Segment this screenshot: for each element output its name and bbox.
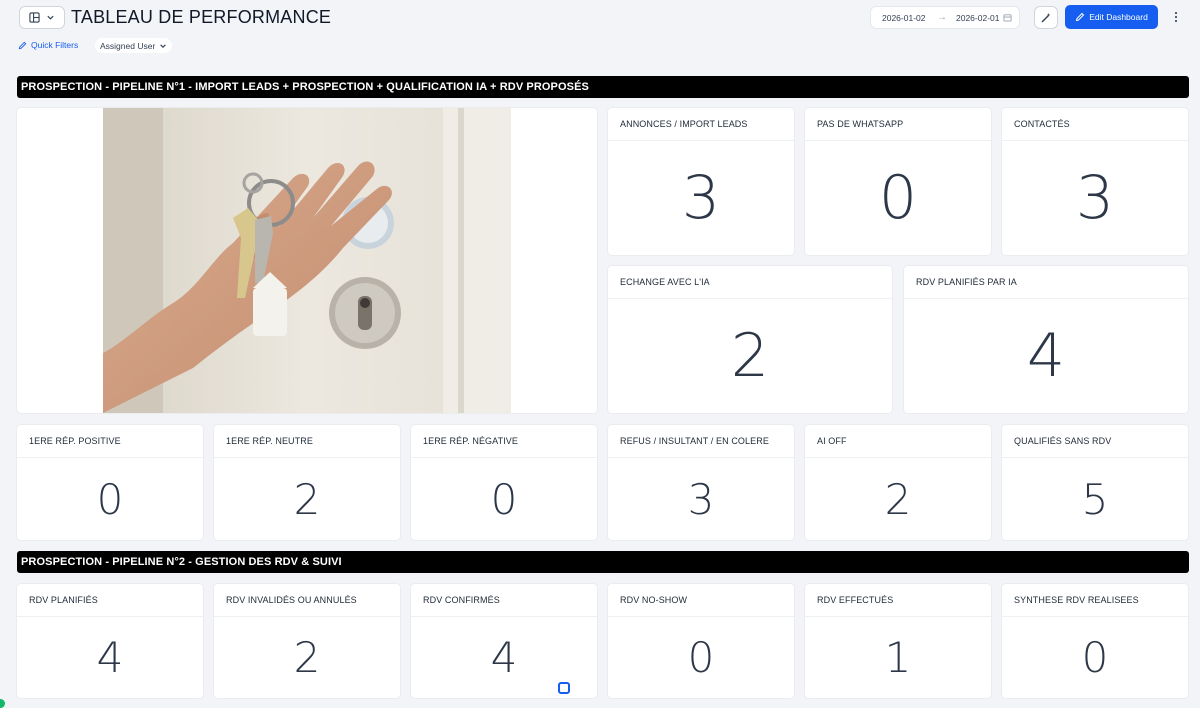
layout-icon — [29, 12, 40, 23]
metric-card-rdv-effectues[interactable]: RDV EFFECTUÉS 1 — [805, 584, 991, 698]
metric-title: RDV PLANIFIÉS PAR IA — [916, 277, 1017, 287]
metric-value: 3 — [681, 163, 721, 233]
metric-card-rdv-confirmes[interactable]: RDV CONFIRMÉS 4 — [411, 584, 597, 698]
metric-value: 0 — [96, 474, 124, 524]
metric-card-rdv-invalides-annules[interactable]: RDV INVALIDÉS OU ANNULÉS 2 — [214, 584, 400, 698]
metric-card-rdv-planifies[interactable]: RDV PLANIFIÉS 4 — [17, 584, 203, 698]
assigned-user-filter[interactable]: Assigned User — [95, 38, 173, 53]
metric-card-rdv-no-show[interactable]: RDV NO-SHOW 0 — [608, 584, 794, 698]
date-end[interactable]: 2026-02-01 — [956, 13, 999, 23]
date-range-picker[interactable]: 2026-01-02 → 2026-02-01 — [870, 6, 1020, 29]
edit-dashboard-button[interactable]: Edit Dashboard — [1065, 5, 1158, 29]
section-header-pipeline-1: PROSPECTION - PIPELINE N°1 - IMPORT LEAD… — [17, 76, 1189, 98]
page-title: TABLEAU DE PERFORMANCE — [71, 7, 332, 27]
magic-wand-icon — [1041, 12, 1051, 22]
assigned-user-label: Assigned User — [100, 40, 156, 51]
metric-card-pas-de-whatsapp[interactable]: PAS DE WHATSAPP 0 — [805, 108, 991, 255]
metric-value: 4 — [96, 633, 124, 682]
edit-dashboard-label: Edit Dashboard — [1089, 12, 1148, 22]
metric-title: 1ERE RÉP. POSITIVE — [29, 436, 121, 446]
metric-value: 2 — [293, 633, 321, 682]
metric-title: CONTACTÉS — [1014, 119, 1070, 129]
metric-title: PAS DE WHATSAPP — [817, 119, 904, 129]
more-options-button[interactable] — [1168, 8, 1184, 26]
metric-title: RDV CONFIRMÉS — [423, 595, 500, 605]
metric-card-qualifies-sans-rdv[interactable]: QUALIFIÉS SANS RDV 5 — [1002, 425, 1188, 540]
metric-title: SYNTHESE RDV REALISEES — [1014, 595, 1139, 605]
chevron-down-icon — [160, 43, 167, 48]
metric-card-contactes[interactable]: CONTACTÉS 3 — [1002, 108, 1188, 255]
metric-value: 0 — [1081, 633, 1109, 682]
quick-filters-button[interactable]: Quick Filters — [18, 40, 78, 50]
metric-title: RDV INVALIDÉS OU ANNULÉS — [226, 595, 357, 605]
focus-indicator — [558, 682, 570, 694]
metric-card-refus-insultant[interactable]: REFUS / INSULTANT / EN COLERE 3 — [608, 425, 794, 540]
kebab-menu-icon — [1174, 11, 1178, 23]
metric-card-ai-off[interactable]: AI OFF 2 — [805, 425, 991, 540]
filter-row: Quick Filters Assigned User — [0, 37, 600, 55]
customize-button[interactable] — [1034, 6, 1058, 29]
metric-title: 1ERE RÉP. NEUTRE — [226, 436, 313, 446]
metric-value: 3 — [687, 474, 715, 524]
metric-title: 1ERE RÉP. NÉGATIVE — [423, 436, 518, 446]
arrow-right-icon: → — [937, 12, 947, 23]
dashboard-header: TABLEAU DE PERFORMANCE 2026-01-02 → 2026… — [0, 0, 1200, 36]
metric-card-synthese-rdv-realisees[interactable]: SYNTHESE RDV REALISEES 0 — [1002, 584, 1188, 698]
image-widget — [17, 108, 597, 413]
layout-switcher-button[interactable] — [19, 6, 65, 29]
pencil-icon — [18, 41, 27, 49]
metric-title: ANNONCES / IMPORT LEADS — [620, 119, 748, 129]
calendar-icon — [1003, 14, 1012, 22]
metric-card-1ere-rep-positive[interactable]: 1ERE RÉP. POSITIVE 0 — [17, 425, 203, 540]
metric-value: 2 — [730, 321, 770, 391]
metric-card-1ere-rep-neutre[interactable]: 1ERE RÉP. NEUTRE 2 — [214, 425, 400, 540]
hand-holding-keys-photo — [103, 108, 511, 413]
date-start[interactable]: 2026-01-02 — [882, 13, 925, 23]
metric-card-annonces-import-leads[interactable]: ANNONCES / IMPORT LEADS 3 — [608, 108, 794, 255]
metric-title: ECHANGE AVEC L'IA — [620, 277, 710, 287]
metric-title: RDV NO-SHOW — [620, 595, 688, 605]
metric-title: AI OFF — [817, 436, 847, 446]
metric-value: 3 — [1075, 163, 1115, 233]
metric-card-rdv-planifies-par-ia[interactable]: RDV PLANIFIÉS PAR IA 4 — [904, 266, 1188, 413]
metric-title: REFUS / INSULTANT / EN COLERE — [620, 436, 769, 446]
metric-value: 0 — [878, 163, 918, 233]
metric-value: 5 — [1081, 474, 1109, 524]
pencil-icon — [1076, 12, 1085, 22]
metric-title: QUALIFIÉS SANS RDV — [1014, 436, 1112, 446]
metric-title: RDV EFFECTUÉS — [817, 595, 894, 605]
metric-value: 0 — [687, 633, 715, 682]
metric-card-echange-avec-ia[interactable]: ECHANGE AVEC L'IA 2 — [608, 266, 892, 413]
metric-value: 0 — [490, 474, 518, 524]
metric-value: 1 — [884, 633, 912, 682]
section-header-pipeline-2: PROSPECTION - PIPELINE N°2 - GESTION DES… — [17, 551, 1189, 573]
metric-value: 2 — [884, 474, 912, 524]
quick-filters-label: Quick Filters — [31, 40, 79, 50]
chevron-down-icon — [47, 15, 54, 20]
metric-card-1ere-rep-negative[interactable]: 1ERE RÉP. NÉGATIVE 0 — [411, 425, 597, 540]
metric-value: 2 — [293, 474, 321, 524]
metric-title: RDV PLANIFIÉS — [29, 595, 98, 605]
metric-value: 4 — [1026, 321, 1066, 391]
status-dot — [0, 699, 5, 708]
